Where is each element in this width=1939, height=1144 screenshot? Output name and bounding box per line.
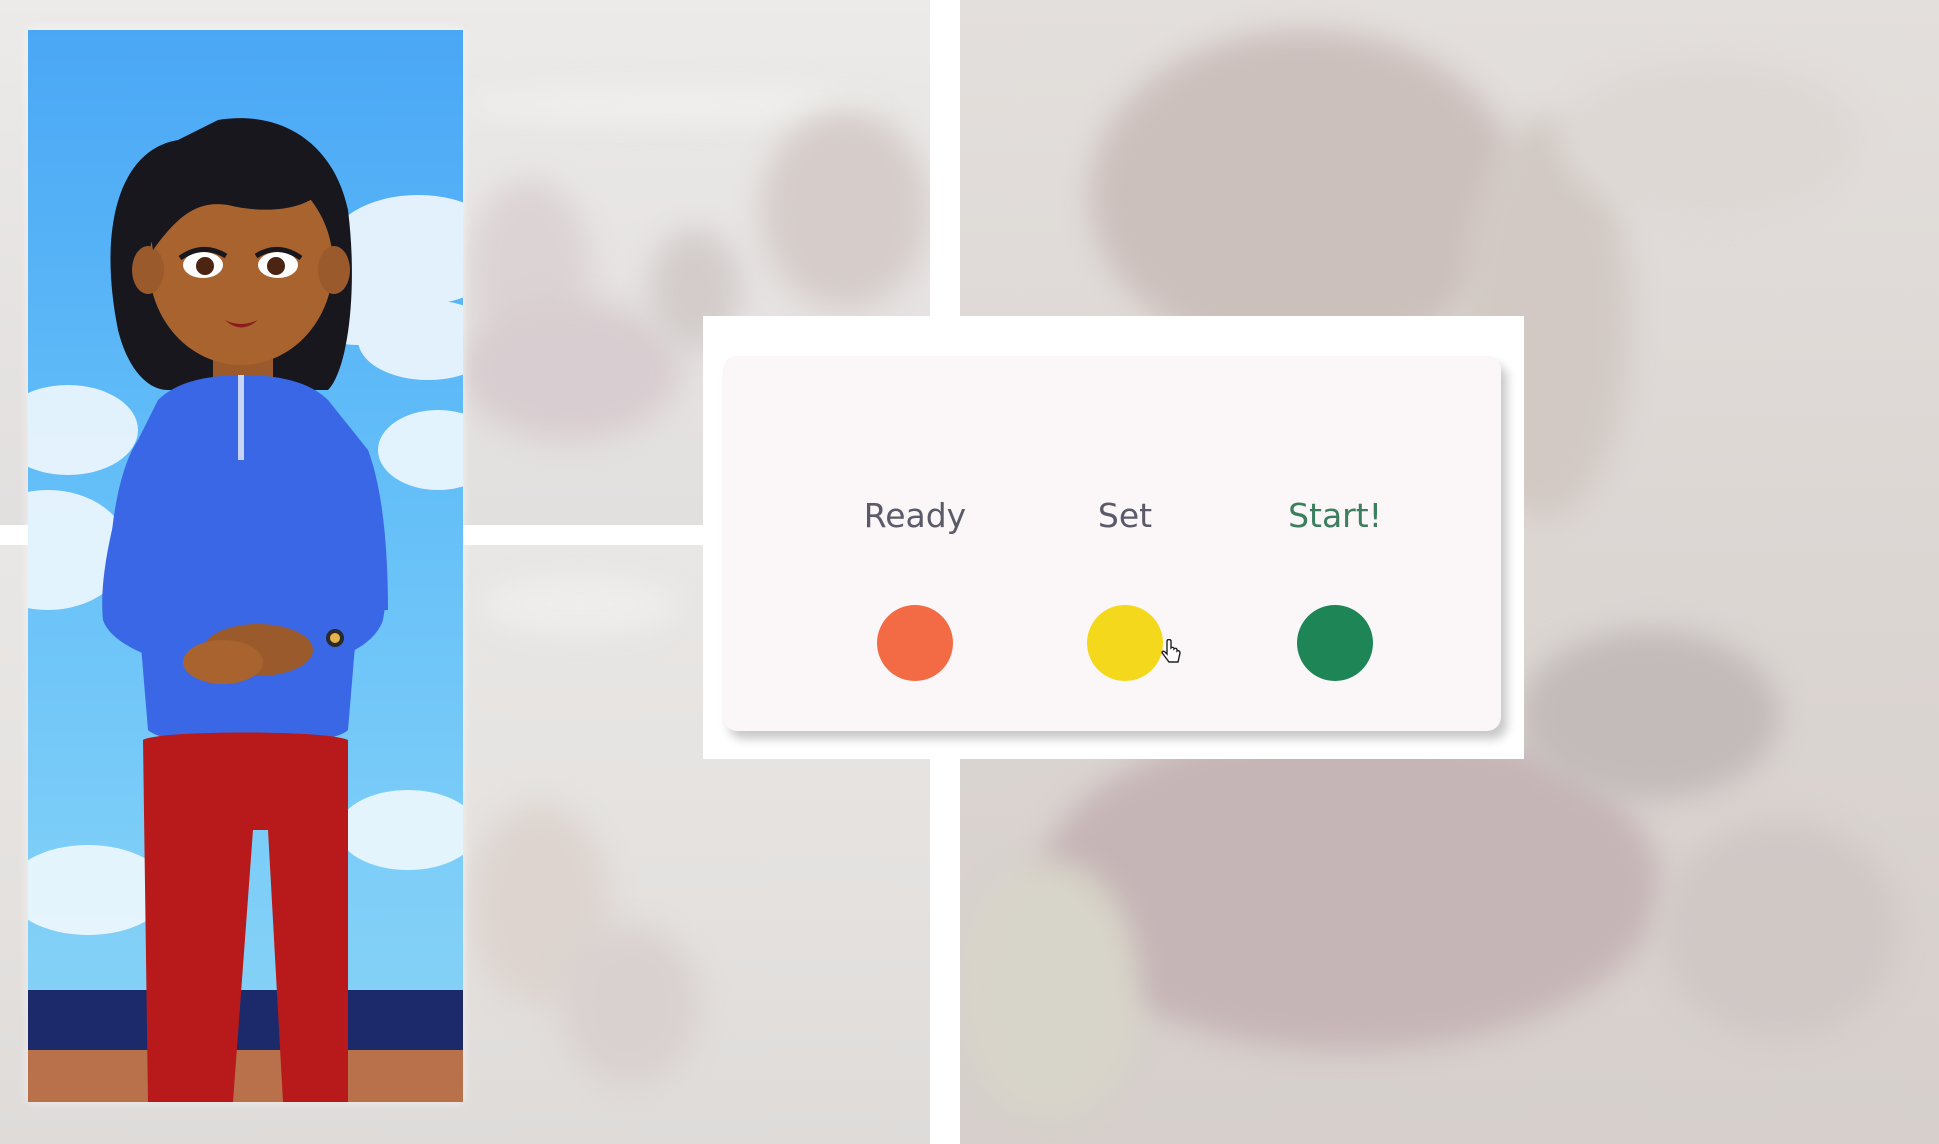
set-label: Set [1097, 496, 1153, 535]
set-yellow-light-button[interactable] [1087, 605, 1163, 681]
hand-pointer-icon [1161, 639, 1181, 663]
start-label: Start! [1288, 496, 1382, 535]
teacher-character-svg [28, 118, 463, 1102]
traffic-light-card: Ready Set Start! [723, 356, 1501, 731]
start-green-light-button[interactable] [1297, 605, 1373, 681]
traffic-light-card-frame: Ready Set Start! [703, 316, 1524, 759]
ready-label: Ready [863, 496, 967, 535]
ready-red-light-button[interactable] [877, 605, 953, 681]
teacher-character-illustration [28, 30, 463, 1102]
